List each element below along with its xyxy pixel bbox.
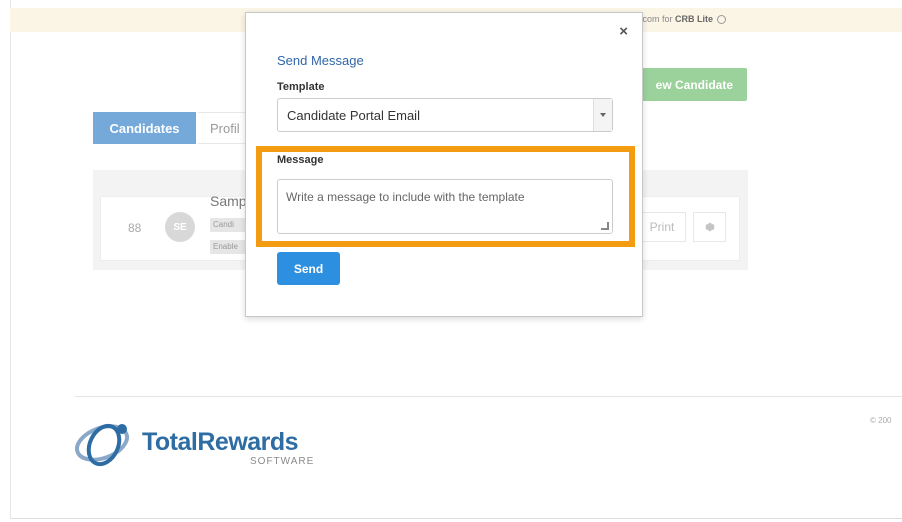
banner-plan-name: CRB Lite [675,14,714,24]
candidate-name[interactable]: Samp [210,193,247,209]
avatar: SE [165,212,195,242]
logo-swirl-icon [75,423,129,467]
logo-subtitle: SOFTWARE [250,456,315,467]
footer-divider [75,396,902,397]
help-circle-icon[interactable] [717,15,727,25]
template-select[interactable]: Candidate Portal Email [277,98,613,132]
gear-icon [704,222,715,232]
template-selected-value: Candidate Portal Email [287,108,420,123]
message-highlight-box [256,146,635,247]
settings-button[interactable] [693,212,726,242]
chevron-down-icon[interactable] [593,99,612,131]
copyright-text: © 200 [870,416,892,425]
dialog-title: Send Message [277,53,364,68]
banner-text: re.com for CRB Lite [632,14,727,25]
send-button[interactable]: Send [277,252,340,285]
close-icon[interactable]: × [619,23,628,40]
candidate-number: 88 [128,221,142,235]
status-badge-enabled: Enable [210,240,250,254]
tab-candidates[interactable]: Candidates [93,112,196,144]
company-logo: TotalRewards SOFTWARE [72,415,332,475]
logo-wordmark: TotalRewards [142,428,299,456]
tab-profile[interactable]: Profil [198,112,248,144]
print-button[interactable]: Print [638,212,686,242]
status-badge-candidate: Candi [210,218,250,232]
template-label: Template [277,81,325,93]
